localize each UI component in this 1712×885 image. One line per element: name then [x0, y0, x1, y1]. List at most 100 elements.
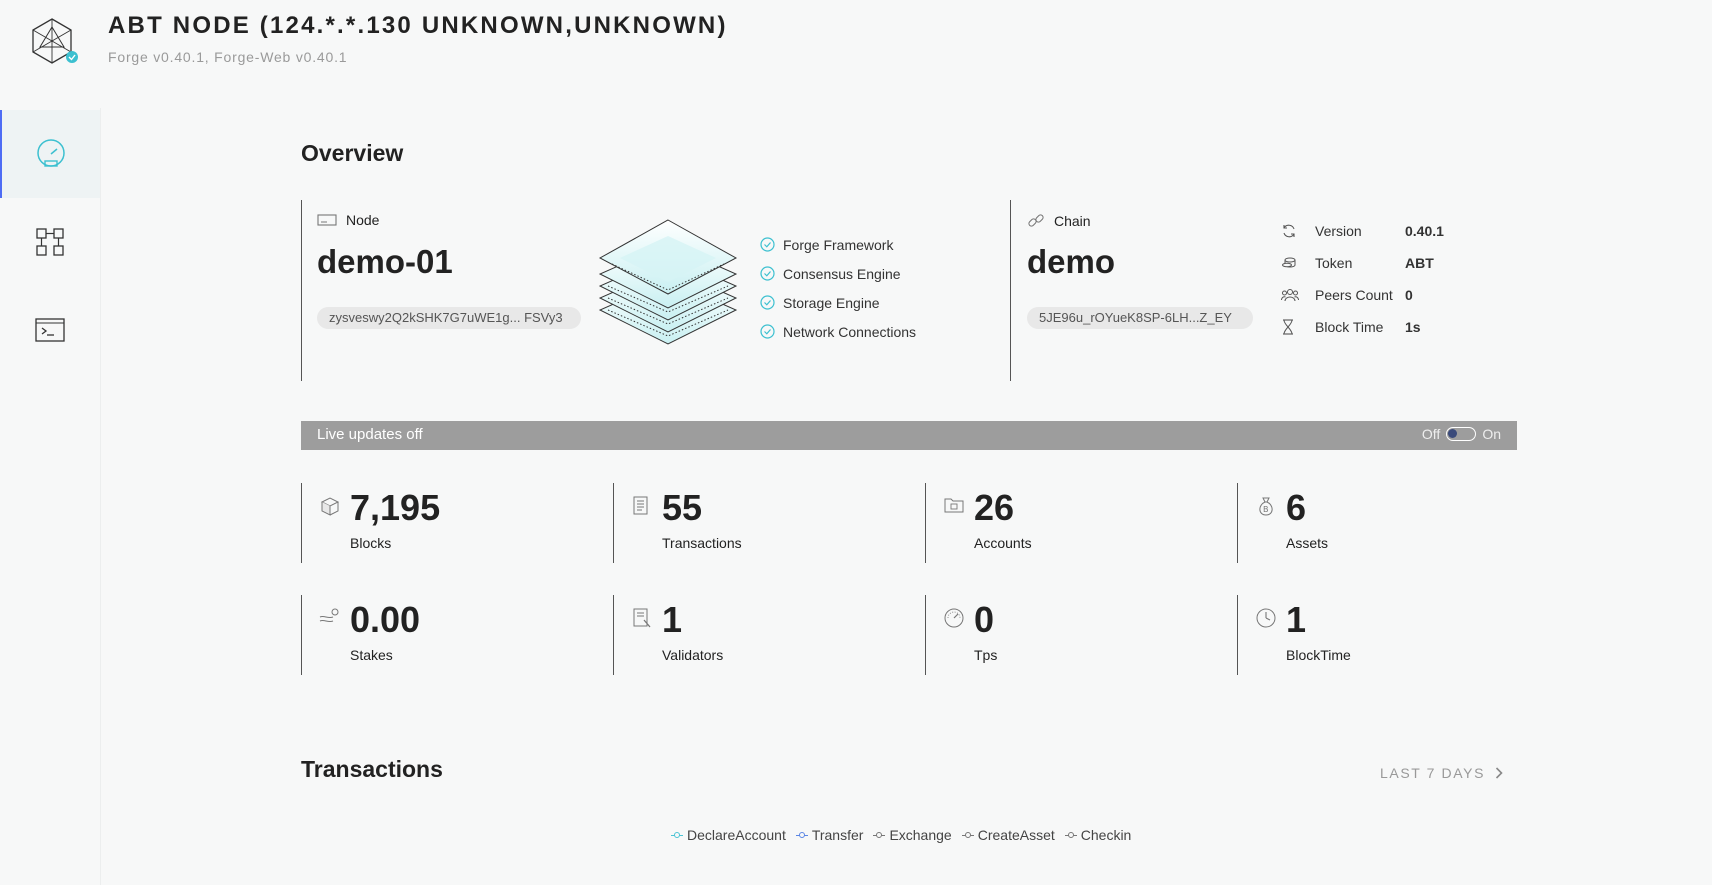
meta-row-version: Version 0.40.1 — [1281, 215, 1444, 247]
stat-transactions: 55 Transactions — [613, 483, 926, 563]
legend-label: DeclareAccount — [687, 827, 786, 843]
abt-logo-icon — [32, 18, 78, 64]
legend-line-marker-icon — [671, 831, 683, 839]
money-bag-icon: B — [1259, 497, 1273, 516]
node-label: Node — [317, 212, 379, 228]
stat-value: 55 — [662, 487, 703, 528]
coins-icon — [1282, 257, 1296, 268]
link-icon — [1028, 214, 1044, 227]
sidebar — [0, 108, 101, 885]
chain-card-divider — [1010, 200, 1011, 381]
stat-blocktime: 1 BlockTime — [1237, 595, 1550, 675]
receipt-icon — [633, 496, 648, 515]
stat-assets: B 6 Assets — [1237, 483, 1550, 563]
stat-value: 0.00 — [350, 599, 421, 640]
meta-value: 0 — [1405, 287, 1413, 303]
meta-label: Peers Count — [1315, 287, 1393, 303]
check-circle-icon — [760, 266, 775, 281]
stat-value: 0 — [974, 599, 995, 640]
check-item: Storage Engine — [760, 288, 916, 317]
stat-value: 1 — [662, 599, 683, 640]
node-icon — [317, 214, 337, 226]
stat-label: BlockTime — [1286, 647, 1351, 663]
legend-item-declareaccount[interactable]: DeclareAccount — [671, 827, 786, 843]
node-card-divider — [301, 200, 302, 381]
page-title: ABT NODE (124.*.*.130 UNKNOWN,UNKNOWN) — [108, 12, 728, 39]
stat-accounts: 26 Accounts — [925, 483, 1238, 563]
sidebar-item-console[interactable] — [0, 286, 100, 374]
live-toggle-group: Off On — [1422, 426, 1501, 442]
check-item-label: Forge Framework — [783, 236, 894, 253]
legend-label: Checkin — [1080, 827, 1132, 843]
legend-item-createasset[interactable]: CreateAsset — [961, 827, 1055, 843]
meta-label: Token — [1315, 255, 1353, 271]
sidebar-item-explorer[interactable] — [0, 198, 100, 286]
overview-title: Overview — [301, 140, 404, 166]
blocks-grid-icon — [36, 228, 64, 256]
terminal-icon — [35, 318, 65, 342]
node-address-pill[interactable]: zysveswy2Q2kSHK7G7uWE1g... FSVy3 — [317, 307, 581, 329]
transactions-title: Transactions — [301, 756, 443, 782]
legend-line-marker-icon — [795, 831, 808, 839]
sidebar-item-dashboard[interactable] — [0, 110, 100, 198]
chain-name: demo — [1027, 243, 1116, 280]
validator-doc-icon — [633, 608, 651, 628]
stat-tps: 0 Tps — [925, 595, 1238, 675]
meta-row-peers: Peers Count 0 — [1281, 279, 1444, 311]
live-updates-toggle[interactable] — [1446, 427, 1477, 441]
hourglass-icon — [1283, 319, 1293, 335]
node-name: demo-01 — [317, 243, 453, 280]
peers-icon — [1281, 289, 1299, 302]
range-label: LAST 7 DAYS — [1380, 765, 1486, 781]
stat-value: 6 — [1286, 487, 1307, 528]
chain-meta-list: Version 0.40.1 Token ABT Peers Count 0 B… — [1281, 215, 1444, 343]
meta-row-token: Token ABT — [1281, 247, 1444, 279]
stat-label: Blocks — [350, 535, 392, 551]
stat-label: Stakes — [350, 647, 393, 663]
stat-value: 26 — [974, 487, 1015, 528]
legend-line-marker-icon — [1064, 831, 1077, 839]
toggle-off-label: Off — [1421, 426, 1441, 442]
check-item: Forge Framework — [760, 230, 916, 259]
meta-value: 0.40.1 — [1405, 223, 1444, 239]
stat-label: Accounts — [974, 535, 1032, 551]
chain-label-text: Chain — [1054, 213, 1091, 229]
check-circle-icon — [760, 295, 775, 310]
version-subtitle: Forge v0.40.1, Forge-Web v0.40.1 — [108, 49, 348, 65]
chain-id-pill[interactable]: 5JE96u_rOYueK8SP-6LH...Z_EY — [1027, 307, 1253, 329]
node-label-text: Node — [346, 212, 380, 228]
legend-label: Transfer — [811, 827, 864, 843]
last-7-days-link[interactable]: LAST 7 DAYS — [1380, 765, 1503, 781]
meta-value: ABT — [1405, 255, 1434, 271]
check-circle-icon — [760, 324, 775, 339]
stat-label: Validators — [662, 647, 724, 663]
gauge-icon — [37, 139, 65, 167]
meta-label: Version — [1315, 223, 1362, 239]
check-item: Consensus Engine — [760, 259, 916, 288]
meta-label: Block Time — [1315, 319, 1384, 335]
meta-row-blocktime: Block Time 1s — [1281, 311, 1444, 343]
stat-blocks: 7,195 Blocks — [301, 483, 614, 563]
legend-item-checkin[interactable]: Checkin — [1064, 827, 1132, 843]
toggle-knob — [1448, 429, 1458, 438]
legend-item-transfer[interactable]: Transfer — [795, 827, 864, 843]
legend-line-marker-icon — [961, 831, 974, 839]
header: ABT NODE (124.*.*.130 UNKNOWN,UNKNOWN) F… — [0, 0, 1712, 90]
check-item: Network Connections — [760, 317, 916, 346]
chevron-right-icon — [1495, 767, 1503, 779]
stat-label: Tps — [974, 647, 998, 663]
chain-label: Chain — [1027, 212, 1091, 230]
refresh-icon — [1283, 224, 1295, 238]
cube-icon — [320, 497, 340, 516]
check-item-label: Consensus Engine — [783, 265, 901, 282]
clock-icon — [1256, 608, 1276, 628]
check-item-label: Storage Engine — [783, 294, 880, 311]
live-updates-status: Live updates off — [317, 426, 423, 443]
stat-value: 7,195 — [350, 487, 441, 528]
meta-value: 1s — [1405, 319, 1421, 335]
stat-validators: 1 Validators — [613, 595, 926, 675]
legend-item-exchange[interactable]: Exchange — [873, 827, 952, 843]
stat-label: Assets — [1286, 535, 1329, 551]
engine-checklist: Forge Framework Consensus Engine Storage… — [760, 230, 916, 346]
layers-illustration-icon — [598, 219, 738, 345]
